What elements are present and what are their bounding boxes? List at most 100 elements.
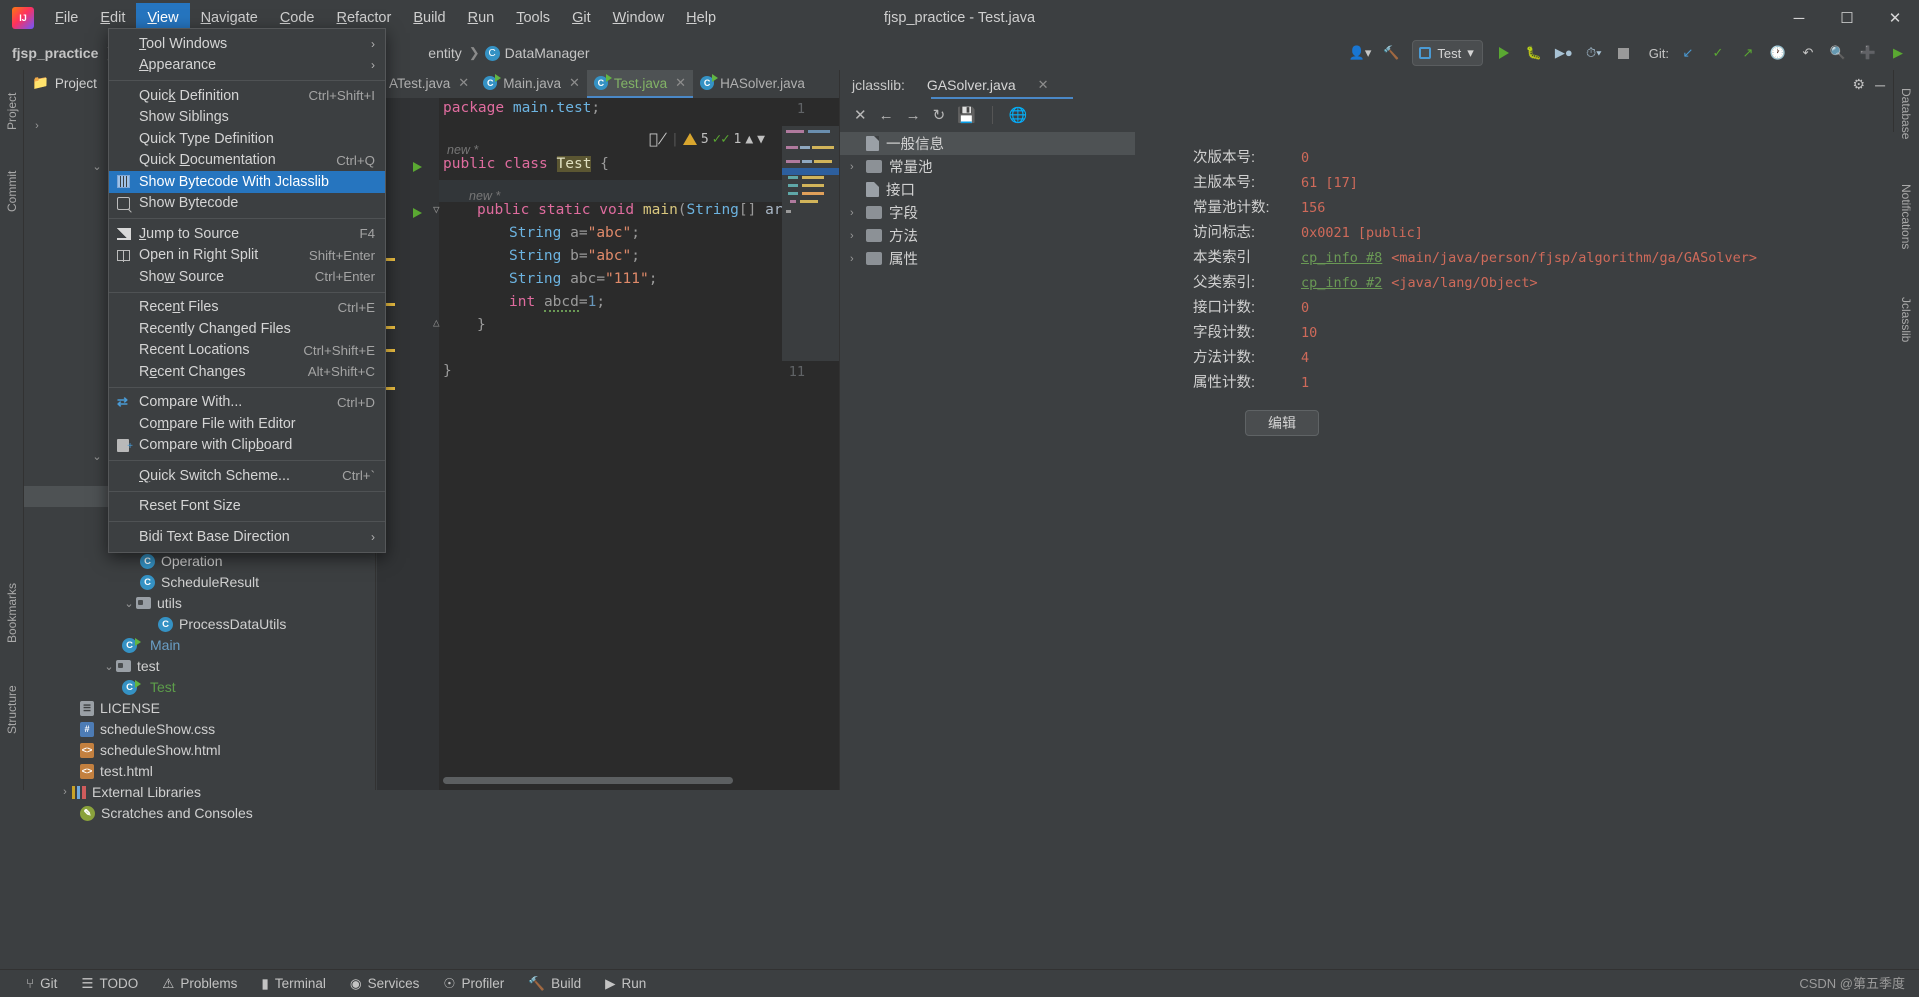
search-icon[interactable]: 🔍 [1825, 40, 1851, 66]
debug-icon[interactable]: 🐛 [1521, 40, 1547, 66]
close-icon[interactable]: ✕ [675, 75, 686, 91]
list-item[interactable]: C Main [116, 635, 180, 656]
list-item[interactable]: ☰ LICENSE [74, 698, 160, 719]
tab-hasolver-java[interactable]: C HASolver.java [693, 70, 812, 98]
sidebar-item-structure[interactable]: Structure [0, 670, 24, 750]
menu-item-jump-to-source[interactable]: Jump to Source F4 [109, 223, 385, 245]
list-item[interactable]: C Test [116, 677, 176, 698]
close-icon[interactable]: ✕ [854, 106, 867, 124]
status-item-profiler[interactable]: ☉ Profiler [443, 976, 504, 992]
jclasslib-node-interfaces[interactable]: 接口 [840, 178, 1135, 201]
rollback-icon[interactable]: ↶ [1795, 40, 1821, 66]
status-item-services[interactable]: ◉ Services [350, 976, 420, 992]
stop-icon[interactable] [1611, 40, 1637, 66]
list-item[interactable]: <> test.html [74, 761, 153, 782]
jclasslib-file-tab[interactable]: GASolver.java [927, 77, 1016, 93]
menu-item-quick-type-definition[interactable]: Quick Type Definition [109, 128, 385, 150]
minimize-icon[interactable]: ─ [1875, 77, 1885, 93]
menu-window[interactable]: Window [602, 3, 676, 33]
sidebar-item-project[interactable]: Project [0, 78, 24, 144]
menu-item-recent-files[interactable]: Recent Files Ctrl+E [109, 297, 385, 319]
run-with-coverage-icon[interactable]: ▶● [1551, 40, 1577, 66]
back-arrow-icon[interactable]: ← [879, 107, 894, 124]
menu-item-show-siblings[interactable]: Show Siblings [109, 107, 385, 129]
reader-mode-icon[interactable]: 👁̸ [649, 130, 667, 148]
menu-item-compare-file-with-editor[interactable]: Compare File with Editor [109, 413, 385, 435]
jclasslib-node-constant-pool[interactable]: › 常量池 [840, 155, 1135, 178]
ide-services-icon[interactable]: ▶ [1885, 40, 1911, 66]
breadcrumb-right[interactable]: entity ❯ C DataManager [428, 45, 589, 61]
menu-item-show-source[interactable]: Show Source Ctrl+Enter [109, 266, 385, 288]
sidebar-item-jclasslib[interactable]: Jclasslib [1893, 286, 1919, 354]
reload-icon[interactable]: ↻ [933, 106, 946, 124]
menu-run[interactable]: Run [457, 3, 506, 33]
menu-build[interactable]: Build [402, 3, 456, 33]
list-item[interactable]: ⌄ test [96, 656, 159, 677]
tab-test-java[interactable]: C Test.java ✕ [586, 70, 694, 98]
next-problem-icon[interactable]: ▼ [757, 132, 765, 147]
save-icon[interactable]: 💾 [957, 106, 976, 124]
list-item[interactable]: <> scheduleShow.html [74, 740, 221, 761]
list-item[interactable]: ✎ Scratches and Consoles [74, 803, 253, 824]
menu-item-open-in-right-split[interactable]: Open in Right Split Shift+Enter [109, 245, 385, 267]
menu-tools[interactable]: Tools [505, 3, 561, 33]
run-icon[interactable] [1491, 40, 1517, 66]
breadcrumb-project[interactable]: fjsp_practice [12, 45, 98, 61]
jclasslib-node-methods[interactable]: › 方法 [840, 224, 1135, 247]
menu-item-quick-documentation[interactable]: Quick Documentation Ctrl+Q [109, 150, 385, 172]
history-icon[interactable]: 🕐 [1765, 40, 1791, 66]
breadcrumb-class[interactable]: DataManager [505, 45, 590, 61]
maximize-button[interactable]: ☐ [1823, 0, 1871, 36]
tree-hidden-row-3[interactable]: ⌄ [84, 446, 104, 467]
run-configuration-selector[interactable]: Test ▾ [1412, 40, 1483, 66]
menu-item-reset-font-size[interactable]: Reset Font Size [109, 496, 385, 518]
update-project-icon[interactable]: ↙ [1675, 40, 1701, 66]
minimize-button[interactable]: ─ [1775, 0, 1823, 36]
push-icon[interactable]: ↗ [1735, 40, 1761, 66]
list-item[interactable]: C ProcessDataUtils [152, 614, 286, 635]
menu-git[interactable]: Git [561, 3, 602, 33]
menu-item-show-bytecode[interactable]: Show Bytecode [109, 193, 385, 215]
status-item-todo[interactable]: ☰ TODO [81, 976, 138, 992]
menu-item-appearance[interactable]: Appearance › [109, 55, 385, 77]
status-item-build[interactable]: 🔨 Build [528, 976, 581, 992]
list-item[interactable]: C Operation [134, 551, 222, 572]
fold-icon[interactable]: ▽ [433, 203, 440, 216]
close-icon[interactable]: ✕ [569, 75, 580, 91]
menu-item-quick-switch-scheme[interactable]: Quick Switch Scheme... Ctrl+` [109, 465, 385, 487]
gear-icon[interactable]: ⚙ [1853, 76, 1866, 93]
cp-info-link[interactable]: cp_info #2 [1301, 275, 1382, 291]
fold-end-icon[interactable]: △ [433, 316, 440, 329]
run-method-gutter-icon[interactable] [413, 208, 422, 218]
menu-item-recent-locations[interactable]: Recent Locations Ctrl+Shift+E [109, 340, 385, 362]
editor-horizontal-scrollbar[interactable] [443, 777, 733, 784]
run-class-gutter-icon[interactable] [413, 162, 422, 172]
status-item-run[interactable]: ▶ Run [605, 976, 646, 992]
commit-icon[interactable]: ✓ [1705, 40, 1731, 66]
menu-item-recent-changes[interactable]: Recent Changes Alt+Shift+C [109, 361, 385, 383]
view-menu-popup[interactable]: Tool Windows › Appearance › Quick Defini… [108, 28, 386, 553]
chevron-right-icon[interactable]: › [850, 161, 866, 173]
sidebar-item-bookmarks[interactable]: Bookmarks [0, 570, 24, 656]
menu-item-show-bytecode-with-jclasslib[interactable]: Show Bytecode With Jclasslib [109, 171, 385, 193]
chevron-right-icon[interactable]: › [850, 207, 866, 219]
menu-item-compare-with-clipboard[interactable]: Compare with Clipboard [109, 435, 385, 457]
code-editor[interactable]: 1 2 3 4 5 6 7 8 9 10 11 ▽ △ package main… [377, 98, 839, 790]
edit-button[interactable]: 编辑 [1245, 410, 1319, 436]
breadcrumb-package[interactable]: entity [428, 45, 461, 61]
sidebar-item-commit[interactable]: Commit [0, 158, 24, 224]
tree-hidden-row-1[interactable]: › [24, 116, 44, 137]
chevron-right-icon[interactable]: › [850, 230, 866, 242]
list-item[interactable]: ⌄ utils [116, 593, 182, 614]
chevron-right-icon[interactable]: › [850, 253, 866, 265]
menu-item-quick-definition[interactable]: Quick Definition Ctrl+Shift+I [109, 85, 385, 107]
menu-item-bidi-text-base-direction[interactable]: Bidi Text Base Direction › [109, 526, 385, 548]
menu-file[interactable]: File [44, 3, 89, 33]
jclasslib-node-fields[interactable]: › 字段 [840, 201, 1135, 224]
tab-atest-java[interactable]: ATest.java ✕ [377, 70, 476, 98]
close-icon[interactable]: ✕ [1038, 77, 1049, 93]
list-item[interactable]: C ScheduleResult [134, 572, 259, 593]
user-icon[interactable]: 👤▾ [1346, 40, 1375, 66]
jclasslib-tree[interactable]: 一般信息 › 常量池 接口 › 字段 › 方法 › 属性 [840, 132, 1135, 790]
menu-help[interactable]: Help [675, 3, 727, 33]
